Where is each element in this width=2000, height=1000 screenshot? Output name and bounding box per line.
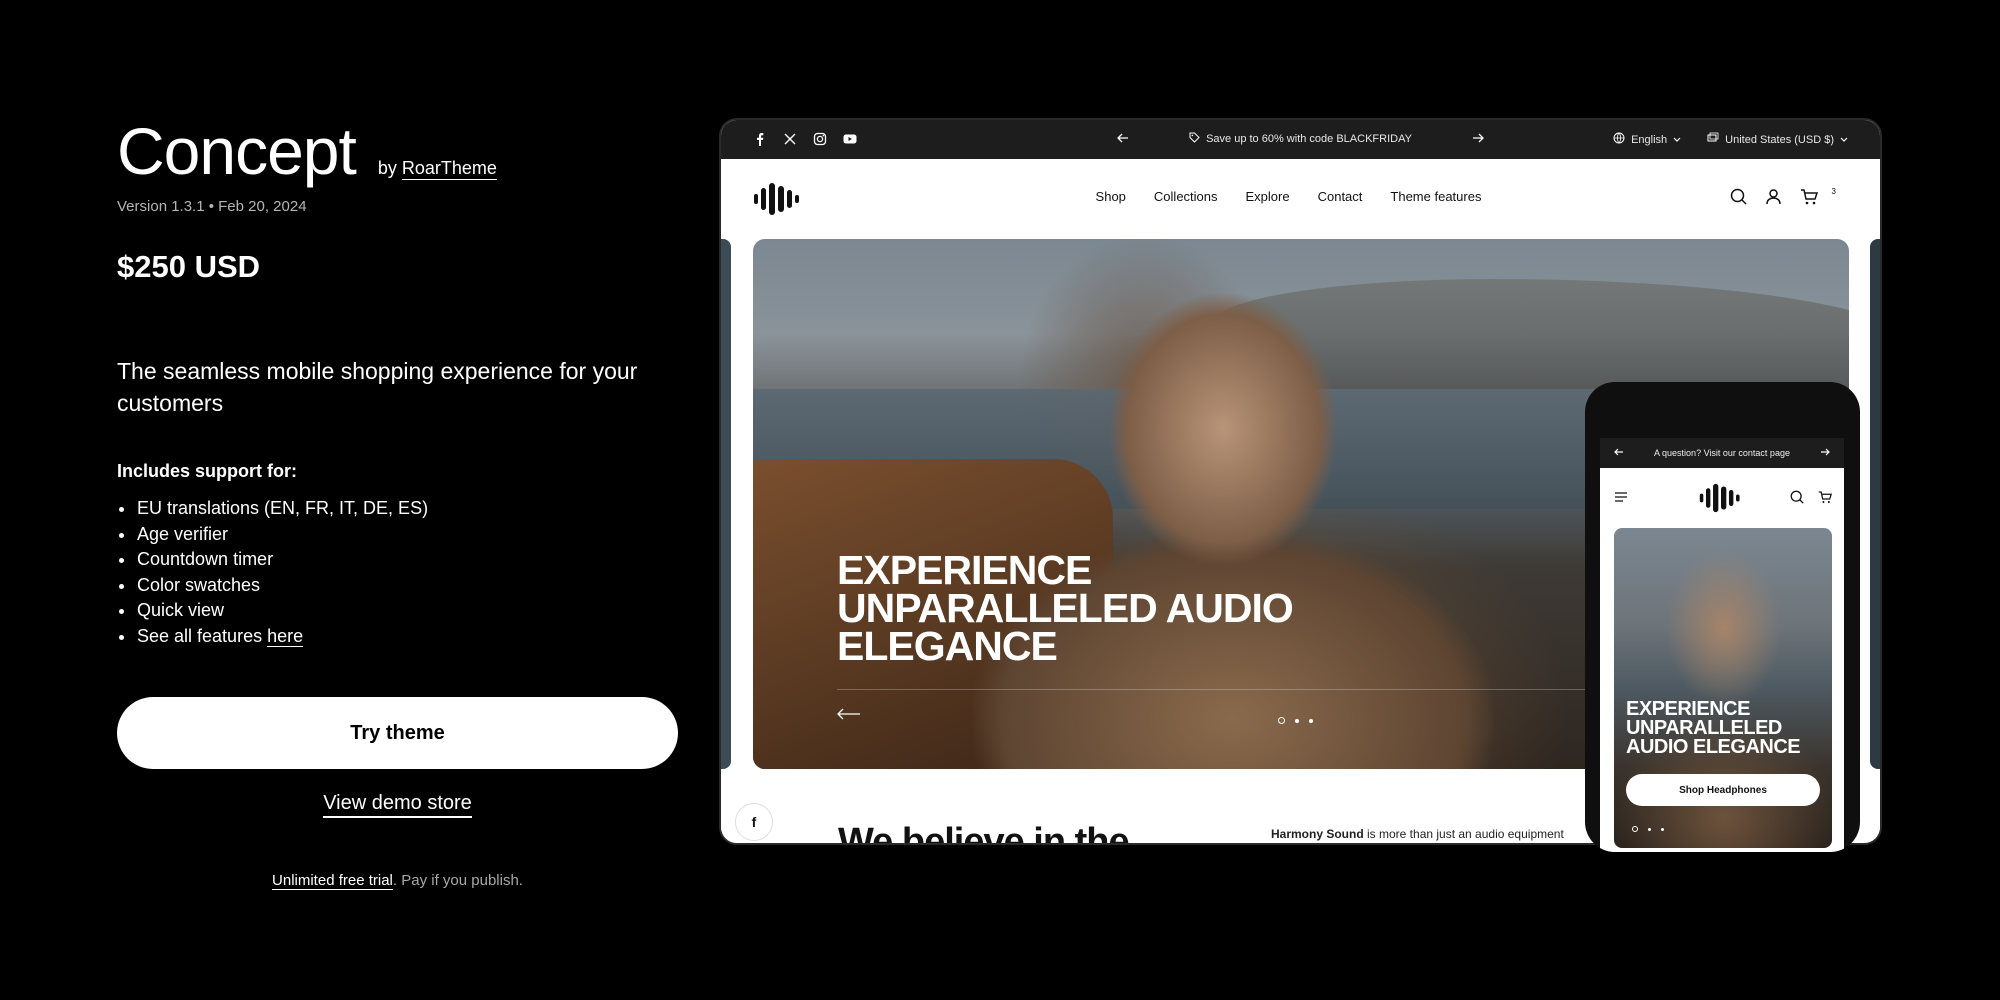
demo-link-wrap: View demo store bbox=[117, 792, 678, 818]
phone-announcement-text: A question? Visit our contact page bbox=[1654, 448, 1790, 458]
theme-info-panel: Concept by RoarTheme Version 1.3.1 • Feb… bbox=[117, 118, 677, 649]
search-icon[interactable] bbox=[1730, 188, 1747, 210]
announcement-text: Save up to 60% with code BLACKFRIDAY bbox=[1206, 133, 1412, 145]
shop-headphones-button[interactable]: Shop Headphones bbox=[1626, 774, 1820, 806]
phone-header bbox=[1600, 468, 1844, 528]
slide-dot-active[interactable] bbox=[1632, 826, 1638, 832]
phone-announcement-bar: A question? Visit our contact page bbox=[1600, 438, 1844, 468]
title-row: Concept by RoarTheme bbox=[117, 118, 677, 184]
by-label: by bbox=[377, 158, 397, 178]
free-trial-link[interactable]: Unlimited free trial bbox=[272, 872, 393, 890]
hero-title: EXPERIENCE UNPARALLELED AUDIO ELEGANCE bbox=[837, 547, 1294, 669]
next-slide-peek bbox=[1870, 239, 1880, 769]
announcement-bar: Save up to 60% with code BLACKFRIDAY Eng… bbox=[721, 120, 1880, 159]
author-line: by RoarTheme bbox=[377, 158, 497, 180]
phone-screen: A question? Visit our contact page EXPER… bbox=[1600, 438, 1844, 852]
phone-hero-title: EXPERIENCE UNPARALLELED AUDIO ELEGANCE bbox=[1626, 698, 1801, 758]
version-meta: Version 1.3.1 • Feb 20, 2024 bbox=[117, 198, 307, 215]
phone-store-logo[interactable] bbox=[1698, 482, 1744, 519]
phone-header-icons bbox=[1790, 490, 1833, 509]
view-demo-store-link[interactable]: View demo store bbox=[323, 792, 472, 818]
feature-item: Countdown timer bbox=[117, 547, 677, 573]
previous-slide-peek bbox=[721, 239, 731, 769]
arrow-right-icon[interactable] bbox=[1820, 448, 1830, 458]
currency-selector[interactable]: United States (USD $) bbox=[1707, 132, 1848, 147]
feature-list: EU translations (EN, FR, IT, DE, ES) Age… bbox=[117, 496, 677, 649]
price: $250 USD bbox=[117, 249, 261, 284]
hero-image-person bbox=[973, 259, 1493, 769]
about-text-rest: is more than just an audio equipment bbox=[1363, 827, 1564, 841]
arrow-left-icon[interactable] bbox=[1117, 133, 1129, 146]
trial-note-text: . Pay if you publish. bbox=[392, 872, 523, 889]
slide-pagination bbox=[1278, 717, 1313, 724]
slide-dot-active[interactable] bbox=[1278, 717, 1285, 724]
nav-shop[interactable]: Shop bbox=[1096, 189, 1126, 204]
brand-name: Harmony Sound bbox=[1271, 827, 1364, 841]
chevron-down-icon bbox=[1840, 134, 1848, 146]
cart-icon[interactable] bbox=[1800, 188, 1818, 210]
feature-item: Color swatches bbox=[117, 573, 677, 599]
support-heading: Includes support for: bbox=[117, 461, 297, 482]
cart-count-badge: 3 bbox=[1831, 186, 1836, 196]
globe-icon bbox=[1613, 132, 1625, 147]
theme-name: Concept bbox=[117, 114, 357, 188]
phone-hero: EXPERIENCE UNPARALLELED AUDIO ELEGANCE S… bbox=[1614, 528, 1832, 848]
header-icons: 3 bbox=[1730, 186, 1840, 210]
slide-dot[interactable] bbox=[1648, 827, 1651, 831]
language-selector[interactable]: English bbox=[1613, 132, 1681, 147]
slide-dot[interactable] bbox=[1661, 827, 1664, 831]
nav-explore[interactable]: Explore bbox=[1246, 189, 1290, 204]
slide-dot[interactable] bbox=[1309, 718, 1313, 723]
account-icon[interactable] bbox=[1765, 188, 1782, 210]
feature-item: Quick view bbox=[117, 598, 677, 624]
currency-icon bbox=[1707, 132, 1719, 147]
language-label: English bbox=[1631, 133, 1668, 146]
feature-item: EU translations (EN, FR, IT, DE, ES) bbox=[117, 496, 677, 522]
main-nav: Shop Collections Explore Contact Theme f… bbox=[721, 189, 1868, 204]
arrow-right-icon[interactable] bbox=[1472, 133, 1484, 146]
about-heading: We believe in the bbox=[838, 821, 1130, 845]
author-link[interactable]: RoarTheme bbox=[401, 158, 497, 180]
arrow-left-icon[interactable] bbox=[1614, 448, 1624, 458]
cart-icon[interactable] bbox=[1818, 490, 1833, 509]
store-header: Shop Collections Explore Contact Theme f… bbox=[721, 159, 1880, 239]
hamburger-menu-icon[interactable] bbox=[1614, 490, 1628, 508]
mobile-preview: A question? Visit our contact page EXPER… bbox=[1585, 382, 1860, 852]
facebook-share-icon[interactable]: f bbox=[735, 803, 773, 841]
try-theme-button[interactable]: Try theme bbox=[117, 697, 678, 769]
feature-item-see-all: See all features here bbox=[117, 624, 677, 650]
about-text: Harmony Sound is more than just an audio… bbox=[1271, 827, 1564, 841]
hero-prev-arrow-icon[interactable] bbox=[837, 707, 861, 725]
feature-item: Age verifier bbox=[117, 522, 677, 548]
see-all-label: See all features bbox=[137, 625, 263, 646]
trial-note: Unlimited free trial. Pay if you publish… bbox=[117, 872, 678, 890]
phone-slide-pagination bbox=[1632, 826, 1664, 832]
see-all-features-link[interactable]: here bbox=[267, 625, 304, 647]
chevron-down-icon bbox=[1673, 134, 1681, 146]
tagline: The seamless mobile shopping experience … bbox=[117, 358, 638, 417]
nav-collections[interactable]: Collections bbox=[1154, 189, 1218, 204]
phone-side-button bbox=[1859, 470, 1860, 516]
slide-dot[interactable] bbox=[1295, 718, 1299, 723]
nav-contact[interactable]: Contact bbox=[1318, 189, 1363, 204]
currency-label: United States (USD $) bbox=[1725, 133, 1834, 146]
localization-selectors: English United States (USD $) bbox=[1613, 132, 1848, 147]
search-icon[interactable] bbox=[1790, 490, 1804, 509]
nav-theme-features[interactable]: Theme features bbox=[1390, 189, 1481, 204]
announcement-message: Save up to 60% with code BLACKFRIDAY bbox=[1189, 132, 1412, 146]
tag-icon bbox=[1189, 132, 1200, 146]
